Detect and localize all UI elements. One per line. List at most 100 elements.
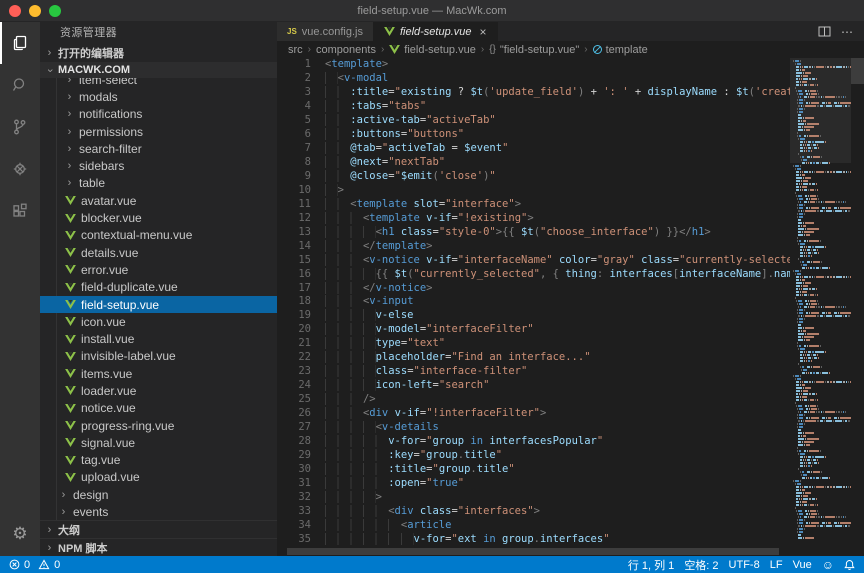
code-line[interactable]: 5 :active-tab="activeTab" bbox=[277, 114, 864, 128]
tree-file-upload.vue[interactable]: upload.vue bbox=[40, 469, 277, 486]
status-eol[interactable]: LF bbox=[770, 559, 783, 571]
tree-folder-design[interactable]: ›design bbox=[40, 486, 277, 503]
tree-file-contextual-menu.vue[interactable]: contextual-menu.vue bbox=[40, 227, 277, 244]
minimap-line bbox=[793, 219, 851, 221]
open-editors-section[interactable]: › 打开的编辑器 bbox=[40, 44, 277, 62]
tree-file-notice.vue[interactable]: notice.vue bbox=[40, 400, 277, 417]
code-line[interactable]: 1<template> bbox=[277, 58, 864, 72]
code-line[interactable]: 8 @next="nextTab" bbox=[277, 156, 864, 170]
breadcrumb-item-5[interactable]: template bbox=[593, 44, 648, 56]
tree-folder-notifications[interactable]: ›notifications bbox=[40, 106, 277, 123]
code-line[interactable]: 28 v-for="group in interfacesPopular" bbox=[277, 435, 864, 449]
tree-file-field-duplicate.vue[interactable]: field-duplicate.vue bbox=[40, 279, 277, 296]
code-line[interactable]: 35 v-for="ext in group.interfaces" bbox=[277, 533, 864, 547]
breadcrumb-item-3[interactable]: field-setup.vue bbox=[389, 44, 476, 56]
code-line[interactable]: 33 <div class="interfaces"> bbox=[277, 505, 864, 519]
tree-file-icon.vue[interactable]: icon.vue bbox=[40, 313, 277, 330]
minimap-line bbox=[793, 393, 851, 395]
debug-icon[interactable] bbox=[0, 148, 40, 190]
tree-file-error.vue[interactable]: error.vue bbox=[40, 261, 277, 278]
vertical-scrollbar[interactable] bbox=[851, 58, 864, 547]
code-line[interactable]: 23 class="interface-filter" bbox=[277, 365, 864, 379]
code-line[interactable]: 30 :title="group.title" bbox=[277, 463, 864, 477]
tree-file-blocker.vue[interactable]: blocker.vue bbox=[40, 209, 277, 226]
code-line[interactable]: 34 <article bbox=[277, 519, 864, 533]
code-line[interactable]: 29 :key="group.title" bbox=[277, 449, 864, 463]
tree-file-loader.vue[interactable]: loader.vue bbox=[40, 382, 277, 399]
code-line[interactable]: 11 <template slot="interface"> bbox=[277, 198, 864, 212]
tree-folder-events[interactable]: ›events bbox=[40, 503, 277, 520]
status-cursor-position[interactable]: 行 1, 列 1 bbox=[628, 557, 674, 573]
tree-file-details.vue[interactable]: details.vue bbox=[40, 244, 277, 261]
code-line[interactable]: 12 <template v-if="!existing"> bbox=[277, 212, 864, 226]
code-line[interactable]: 18 <v-input bbox=[277, 295, 864, 309]
close-tab-icon[interactable]: × bbox=[480, 25, 487, 39]
minimap-line bbox=[793, 507, 851, 509]
tree-file-tag.vue[interactable]: tag.vue bbox=[40, 452, 277, 469]
tree-file-field-setup.vue[interactable]: field-setup.vue bbox=[40, 296, 277, 313]
notifications-bell-icon[interactable] bbox=[844, 559, 855, 571]
code-editor[interactable]: 1<template>2 <v-modal3 :title="existing … bbox=[277, 58, 864, 547]
tree-folder-permissions[interactable]: ›permissions bbox=[40, 123, 277, 140]
breadcrumb-item-4[interactable]: {}"field-setup.vue" bbox=[489, 44, 579, 56]
code-line[interactable]: 22 placeholder="Find an interface..." bbox=[277, 351, 864, 365]
code-line[interactable]: 10 > bbox=[277, 184, 864, 198]
breadcrumb-item-2[interactable]: components bbox=[316, 44, 376, 56]
outline-section[interactable]: › 大纲 bbox=[40, 520, 277, 538]
code-line[interactable]: 21 type="text" bbox=[277, 337, 864, 351]
horizontal-scrollbar[interactable] bbox=[277, 547, 864, 556]
code-line[interactable]: 3 :title="existing ? $t('update_field') … bbox=[277, 86, 864, 100]
split-editor-icon[interactable] bbox=[818, 26, 831, 37]
minimap-line bbox=[793, 339, 851, 341]
extensions-icon[interactable] bbox=[0, 190, 40, 232]
tree-folder-sidebars[interactable]: ›sidebars bbox=[40, 157, 277, 174]
more-actions-icon[interactable]: ⋯ bbox=[841, 25, 854, 39]
code-line[interactable]: 31 :open="true" bbox=[277, 477, 864, 491]
tab-field-setup.vue[interactable]: field-setup.vue× bbox=[374, 22, 498, 41]
tree-file-invisible-label.vue[interactable]: invisible-label.vue bbox=[40, 348, 277, 365]
vertical-scrollbar-thumb[interactable] bbox=[851, 58, 864, 84]
code-line[interactable]: 26 <div v-if="!interfaceFilter"> bbox=[277, 407, 864, 421]
tree-folder-table[interactable]: ›table bbox=[40, 175, 277, 192]
breadcrumb-item-1[interactable]: src bbox=[288, 44, 303, 56]
tree-file-avatar.vue[interactable]: avatar.vue bbox=[40, 192, 277, 209]
code-line[interactable]: 17 </v-notice> bbox=[277, 282, 864, 296]
search-icon[interactable] bbox=[0, 64, 40, 106]
tree-file-install.vue[interactable]: install.vue bbox=[40, 330, 277, 347]
code-line[interactable]: 32 > bbox=[277, 491, 864, 505]
code-line[interactable]: 25 /> bbox=[277, 393, 864, 407]
tree-folder-item-select[interactable]: ›item-select bbox=[40, 78, 277, 88]
code-line[interactable]: 7 @tab="activeTab = $event" bbox=[277, 142, 864, 156]
line-number: 20 bbox=[277, 323, 311, 337]
code-line[interactable]: 27 <v-details bbox=[277, 421, 864, 435]
code-line[interactable]: 20 v-model="interfaceFilter" bbox=[277, 323, 864, 337]
code-line[interactable]: 15 <v-notice v-if="interfaceName" color=… bbox=[277, 254, 864, 268]
code-line[interactable]: 2 <v-modal bbox=[277, 72, 864, 86]
explorer-icon[interactable] bbox=[0, 22, 40, 64]
code-line[interactable]: 13 <h1 class="style-0">{{ $t("choose_int… bbox=[277, 226, 864, 240]
source-control-icon[interactable] bbox=[0, 106, 40, 148]
minimap[interactable] bbox=[790, 58, 851, 547]
code-line[interactable]: 24 icon-left="search" bbox=[277, 379, 864, 393]
code-line[interactable]: 4 :tabs="tabs" bbox=[277, 100, 864, 114]
tree-folder-search-filter[interactable]: ›search-filter bbox=[40, 140, 277, 157]
code-line[interactable]: 9 @close="$emit('close')" bbox=[277, 170, 864, 184]
tree-folder-modals[interactable]: ›modals bbox=[40, 88, 277, 105]
status-encoding[interactable]: UTF-8 bbox=[729, 559, 760, 571]
code-line[interactable]: 14 </template> bbox=[277, 240, 864, 254]
npm-scripts-section[interactable]: › NPM 脚本 bbox=[40, 538, 277, 556]
horizontal-scrollbar-thumb[interactable] bbox=[287, 548, 779, 555]
code-line[interactable]: 6 :buttons="buttons" bbox=[277, 128, 864, 142]
status-language-mode[interactable]: Vue bbox=[793, 559, 812, 571]
status-indentation[interactable]: 空格: 2 bbox=[684, 557, 718, 573]
workspace-root-section[interactable]: › MACWK.COM bbox=[40, 62, 277, 78]
feedback-smiley-icon[interactable]: ☺ bbox=[822, 558, 834, 572]
tree-file-progress-ring.vue[interactable]: progress-ring.vue bbox=[40, 417, 277, 434]
problems-indicator[interactable]: 0 0 bbox=[9, 559, 60, 571]
settings-gear-icon[interactable]: ⚙ bbox=[0, 512, 40, 556]
code-line[interactable]: 16 {{ $t("currently_selected", { thing: … bbox=[277, 268, 864, 282]
code-line[interactable]: 19 v-else bbox=[277, 309, 864, 323]
tab-vue.config.js[interactable]: JSvue.config.js bbox=[277, 22, 374, 41]
tree-file-signal.vue[interactable]: signal.vue bbox=[40, 434, 277, 451]
tree-file-items.vue[interactable]: items.vue bbox=[40, 365, 277, 382]
